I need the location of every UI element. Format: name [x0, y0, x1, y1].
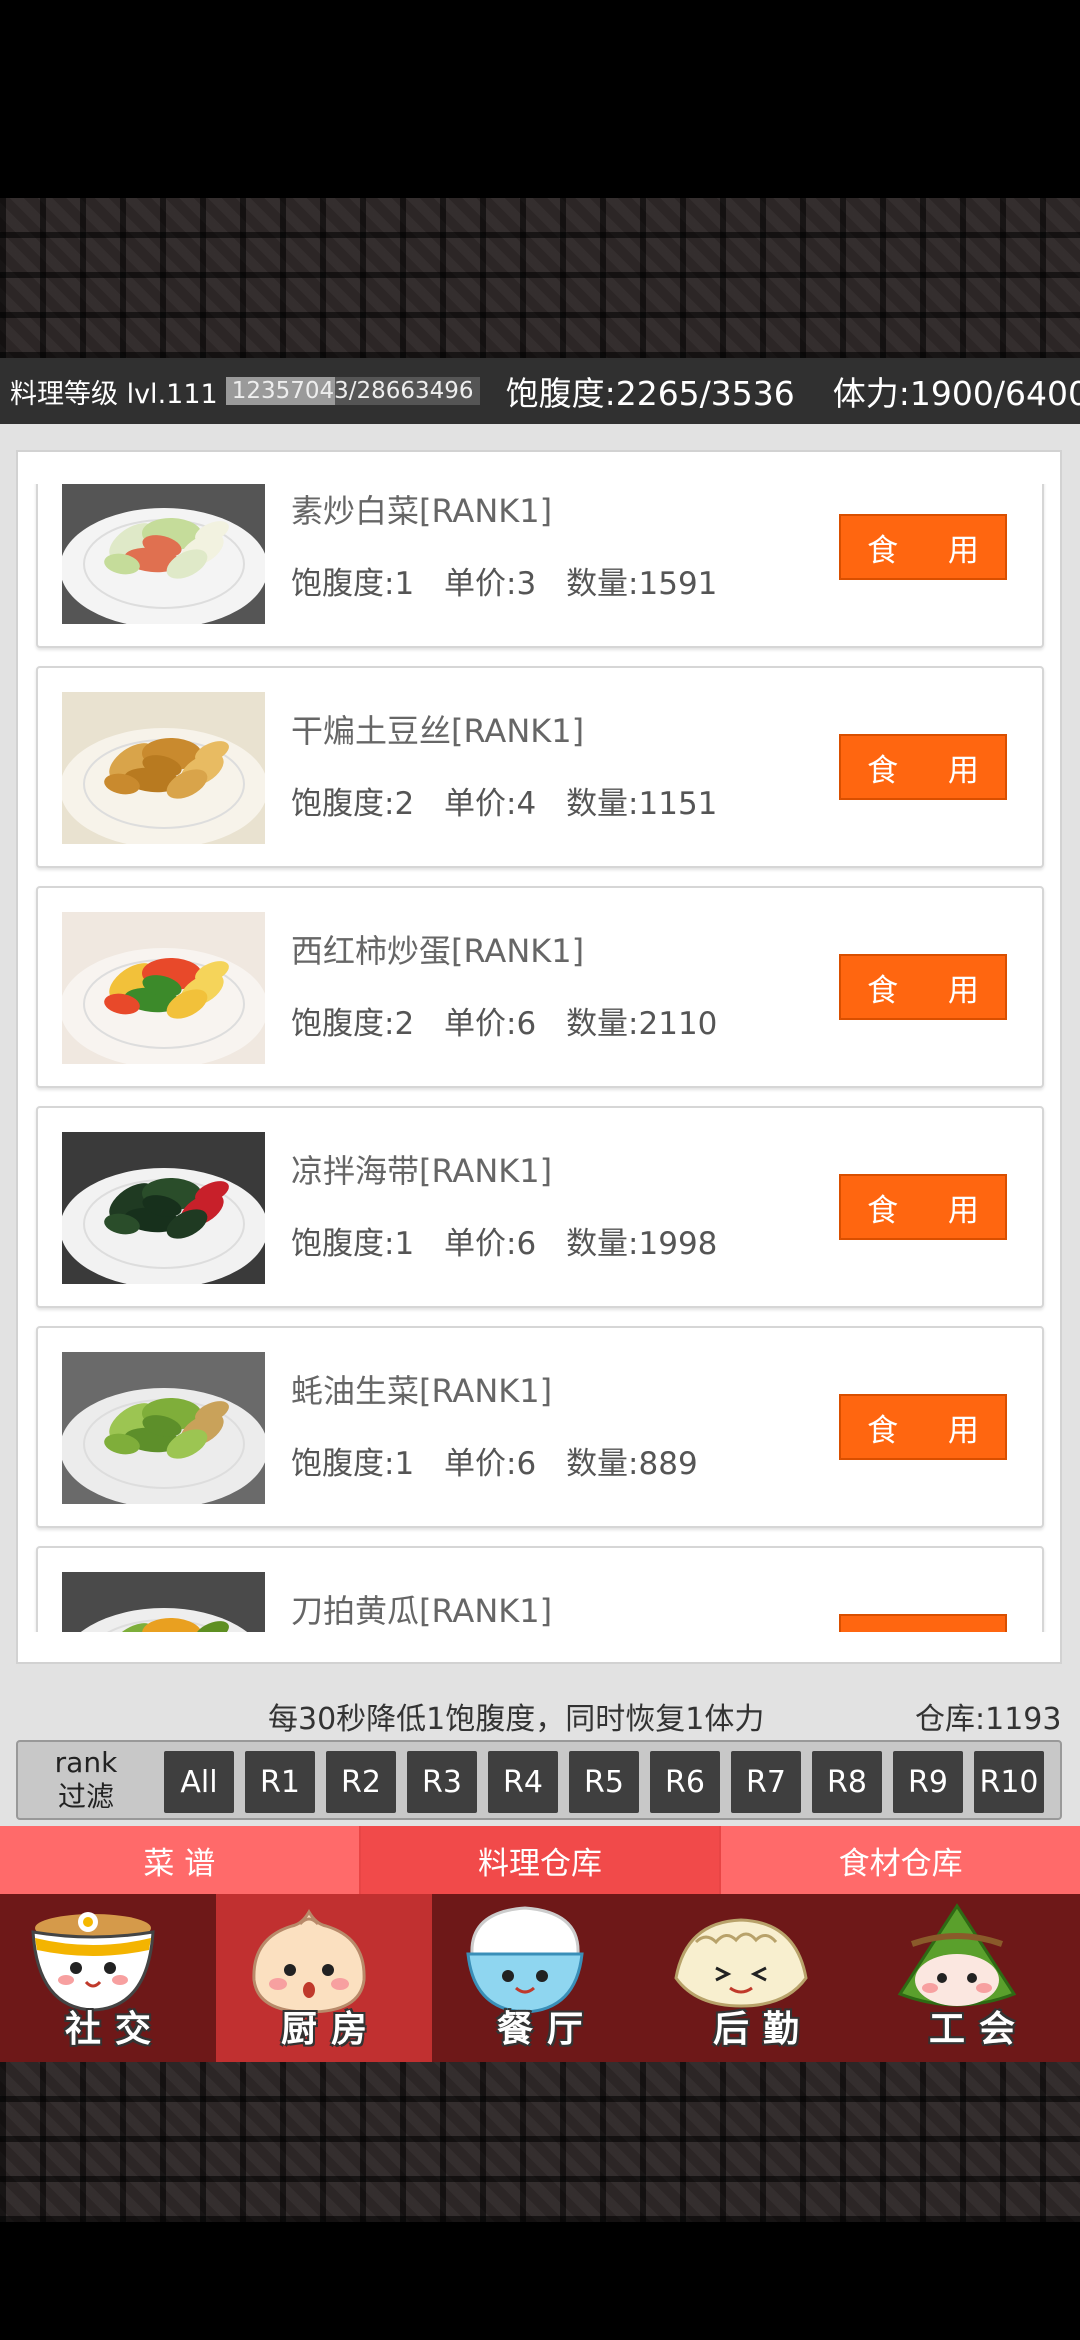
- food-image: [62, 484, 265, 624]
- food-list-viewport[interactable]: 素炒白菜[RANK1] 饱腹度:1 单价:3 数量:1591 食 用 干煸土豆丝…: [18, 484, 1064, 1632]
- food-stats: 饱腹度:1 单价:6 数量:1998: [291, 1218, 737, 1263]
- food-image: [62, 1572, 265, 1632]
- food-name: 干煸土豆丝[RANK1]: [291, 712, 585, 750]
- food-stats: 饱腹度:2 单价:6 数量:2110: [291, 998, 737, 1043]
- food-image: [62, 912, 265, 1064]
- eat-button[interactable]: 食 用: [839, 734, 1007, 800]
- rank-filter-r4[interactable]: R4: [488, 1751, 558, 1813]
- food-satiety: 饱腹度:2: [291, 1006, 415, 1042]
- food-price: 单价:4: [444, 786, 537, 822]
- food-satiety: 饱腹度:1: [291, 566, 415, 602]
- top-pattern-banner: [0, 198, 1080, 358]
- storage-count: 仓库:1193: [915, 1702, 1062, 1737]
- food-card: 西红柿炒蛋[RANK1] 饱腹度:2 单价:6 数量:2110 食 用: [36, 886, 1044, 1088]
- nav-label: 餐厅: [496, 2009, 597, 2050]
- food-card: 素炒白菜[RANK1] 饱腹度:1 单价:3 数量:1591 食 用: [36, 484, 1044, 648]
- food-name: 西红柿炒蛋[RANK1]: [291, 932, 585, 970]
- nav-label: 后勤: [712, 2009, 813, 2050]
- food-satiety: 饱腹度:2: [291, 786, 415, 822]
- food-card: 蚝油生菜[RANK1] 饱腹度:1 单价:6 数量:889 食 用: [36, 1326, 1044, 1528]
- food-quantity: 数量:1591: [566, 566, 718, 602]
- rank-filter-r10[interactable]: R10: [974, 1751, 1044, 1813]
- rank-filter-label-line1: rank: [54, 1746, 118, 1779]
- food-name: 凉拌海带[RANK1]: [291, 1152, 553, 1190]
- satiety-stat: 饱腹度:2265/3536: [505, 374, 795, 413]
- food-stats: 饱腹度:1 单价:6 数量:889: [291, 1438, 718, 1483]
- tab-dish-storage[interactable]: 料理仓库: [360, 1826, 722, 1894]
- nav-label: 厨房: [280, 2009, 381, 2050]
- rank-filter-r7[interactable]: R7: [731, 1751, 801, 1813]
- food-card: 干煸土豆丝[RANK1] 饱腹度:2 单价:4 数量:1151 食 用: [36, 666, 1044, 868]
- food-price: 单价:6: [444, 1226, 537, 1262]
- food-quantity: 数量:1998: [566, 1226, 718, 1262]
- food-price: 单价:3: [444, 566, 537, 602]
- rank-filter-all[interactable]: All: [164, 1751, 234, 1813]
- rank-filter-r1[interactable]: R1: [245, 1751, 315, 1813]
- nav-kitchen[interactable]: 厨房: [216, 1894, 432, 2062]
- rank-filter-r8[interactable]: R8: [812, 1751, 882, 1813]
- food-name: 蚝油生菜[RANK1]: [291, 1372, 553, 1410]
- tab-recipes[interactable]: 菜 谱: [0, 1826, 361, 1894]
- food-stats: 饱腹度:1 单价:3 数量:1591: [291, 558, 737, 603]
- hint-row: 每30秒降低1饱腹度，同时恢复1体力 仓库:1193: [0, 1690, 1080, 1737]
- food-image: [62, 1132, 265, 1284]
- tab-ingredient-storage[interactable]: 食材仓库: [721, 1826, 1080, 1894]
- nav-restaurant[interactable]: 餐厅: [432, 1894, 648, 2062]
- stamina-stat: 体力:1900/6400: [832, 374, 1080, 413]
- cooking-level: 料理等级 lvl.111 12357043/28663496: [10, 372, 480, 411]
- bottom-pattern-banner: [0, 2062, 1080, 2222]
- hint-text: 每30秒降低1饱腹度，同时恢复1体力: [268, 1702, 765, 1737]
- food-stats: 饱腹度:2 单价:4 数量:1151: [291, 778, 737, 823]
- rank-filter-label-line2: 过滤: [57, 1780, 114, 1813]
- nav-guild[interactable]: 工会: [864, 1894, 1080, 2062]
- storage-tabs: 菜 谱料理仓库 食材仓库: [0, 1826, 1080, 1894]
- bottom-nav: 社交 厨房 餐厅 后勤 工会: [0, 1894, 1080, 2062]
- rank-filter-r9[interactable]: R9: [893, 1751, 963, 1813]
- nav-label: 社交: [64, 2009, 165, 2050]
- food-image: [62, 1352, 265, 1504]
- status-bar: 料理等级 lvl.111 12357043/28663496 饱腹度:2265/…: [0, 358, 1080, 424]
- eat-button[interactable]: 食 用: [839, 514, 1007, 580]
- nav-label: 工会: [928, 2009, 1029, 2050]
- nav-social[interactable]: 社交: [0, 1894, 216, 2062]
- food-quantity: 数量:2110: [566, 1006, 718, 1042]
- food-price: 单价:6: [444, 1446, 537, 1482]
- level-label: 料理等级 lvl.111: [10, 378, 218, 410]
- food-card: 刀拍黄瓜[RANK1] 食 用: [36, 1546, 1044, 1632]
- exp-bar: 12357043/28663496: [225, 377, 480, 405]
- food-satiety: 饱腹度:1: [291, 1446, 415, 1482]
- exp-text: 12357043/28663496: [231, 378, 474, 404]
- food-satiety: 饱腹度:1: [291, 1226, 415, 1262]
- rank-filter-r6[interactable]: R6: [650, 1751, 720, 1813]
- food-card: 凉拌海带[RANK1] 饱腹度:1 单价:6 数量:1998 食 用: [36, 1106, 1044, 1308]
- rank-filter-r5[interactable]: R5: [569, 1751, 639, 1813]
- eat-button[interactable]: 食 用: [839, 1394, 1007, 1460]
- eat-button[interactable]: 食 用: [839, 954, 1007, 1020]
- nav-logistics[interactable]: 后勤: [648, 1894, 864, 2062]
- food-quantity: 数量:889: [566, 1446, 698, 1482]
- rank-filter-label: rank 过滤: [42, 1746, 130, 1814]
- food-panel: 素炒白菜[RANK1] 饱腹度:1 单价:3 数量:1591 食 用 干煸土豆丝…: [16, 450, 1062, 1664]
- rank-filter-r3[interactable]: R3: [407, 1751, 477, 1813]
- eat-button[interactable]: 食 用: [839, 1174, 1007, 1240]
- food-price: 单价:6: [444, 1006, 537, 1042]
- food-image: [62, 692, 265, 844]
- food-name: 刀拍黄瓜[RANK1]: [291, 1592, 553, 1630]
- rank-filter-r2[interactable]: R2: [326, 1751, 396, 1813]
- food-name: 素炒白菜[RANK1]: [291, 492, 553, 530]
- rank-filter-bar: rank 过滤 All R1 R2 R3 R4 R5 R6 R7 R8 R9 R10: [16, 1740, 1062, 1820]
- eat-button[interactable]: 食 用: [839, 1614, 1007, 1632]
- food-quantity: 数量:1151: [566, 786, 718, 822]
